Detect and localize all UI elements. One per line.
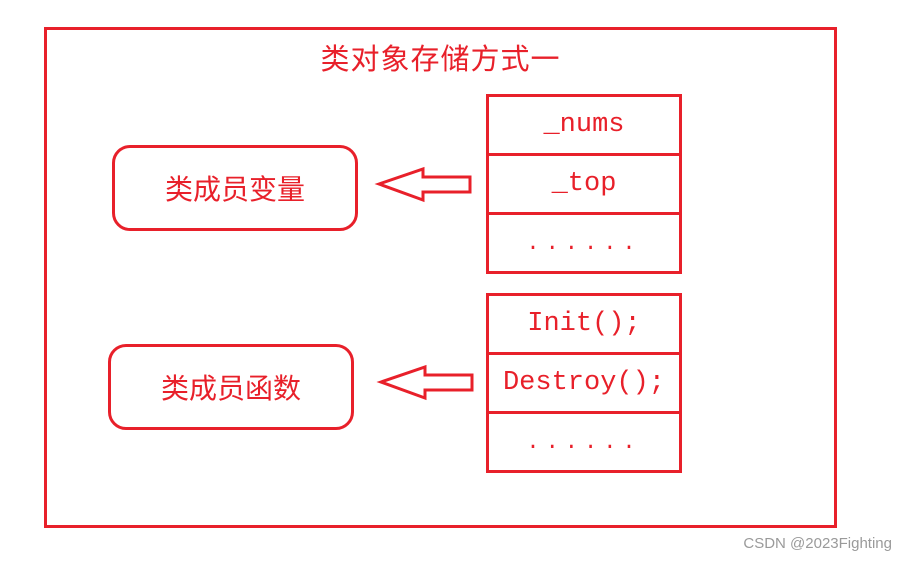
arrow-functions (376, 364, 474, 401)
watermark: CSDN @2023Fighting (743, 535, 892, 552)
arrow-left-icon (374, 166, 474, 401)
cell-ellipsis: ...... (526, 429, 642, 455)
stack-member-variables: _nums _top ...... (486, 94, 682, 274)
cell-ellipsis: ...... (526, 230, 642, 256)
cell-init: Init(); (489, 296, 679, 355)
cell-nums: _nums (489, 97, 679, 156)
arrow-variables (374, 166, 472, 203)
stack-member-functions: Init(); Destroy(); ...... (486, 293, 682, 473)
label-member-functions: 类成员函数 (108, 344, 354, 430)
cell-top: _top (489, 156, 679, 215)
cell-destroy: Destroy(); (489, 355, 679, 414)
